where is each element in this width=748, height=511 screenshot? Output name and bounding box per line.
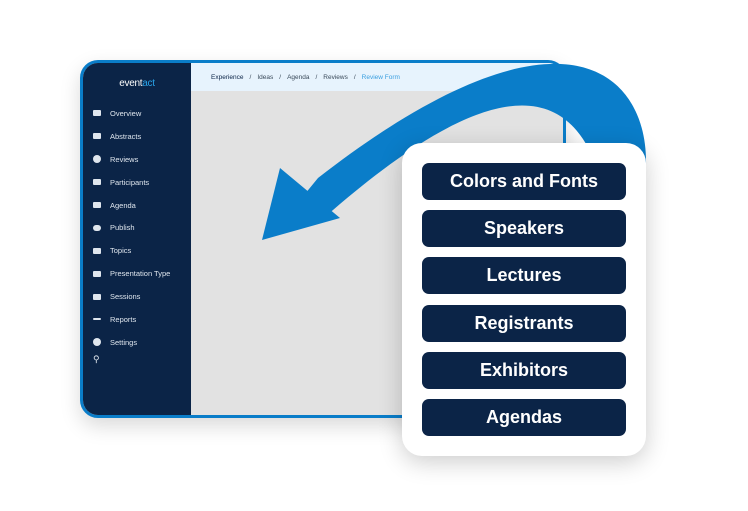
colors-and-fonts-button[interactable]: Colors and Fonts: [422, 163, 626, 200]
speakers-button[interactable]: Speakers: [422, 210, 626, 247]
registrants-button[interactable]: Registrants: [422, 305, 626, 342]
features-card: Colors and Fonts Speakers Lectures Regis…: [402, 143, 646, 456]
exhibitors-button[interactable]: Exhibitors: [422, 352, 626, 389]
lectures-button[interactable]: Lectures: [422, 257, 626, 294]
agendas-button[interactable]: Agendas: [422, 399, 626, 436]
